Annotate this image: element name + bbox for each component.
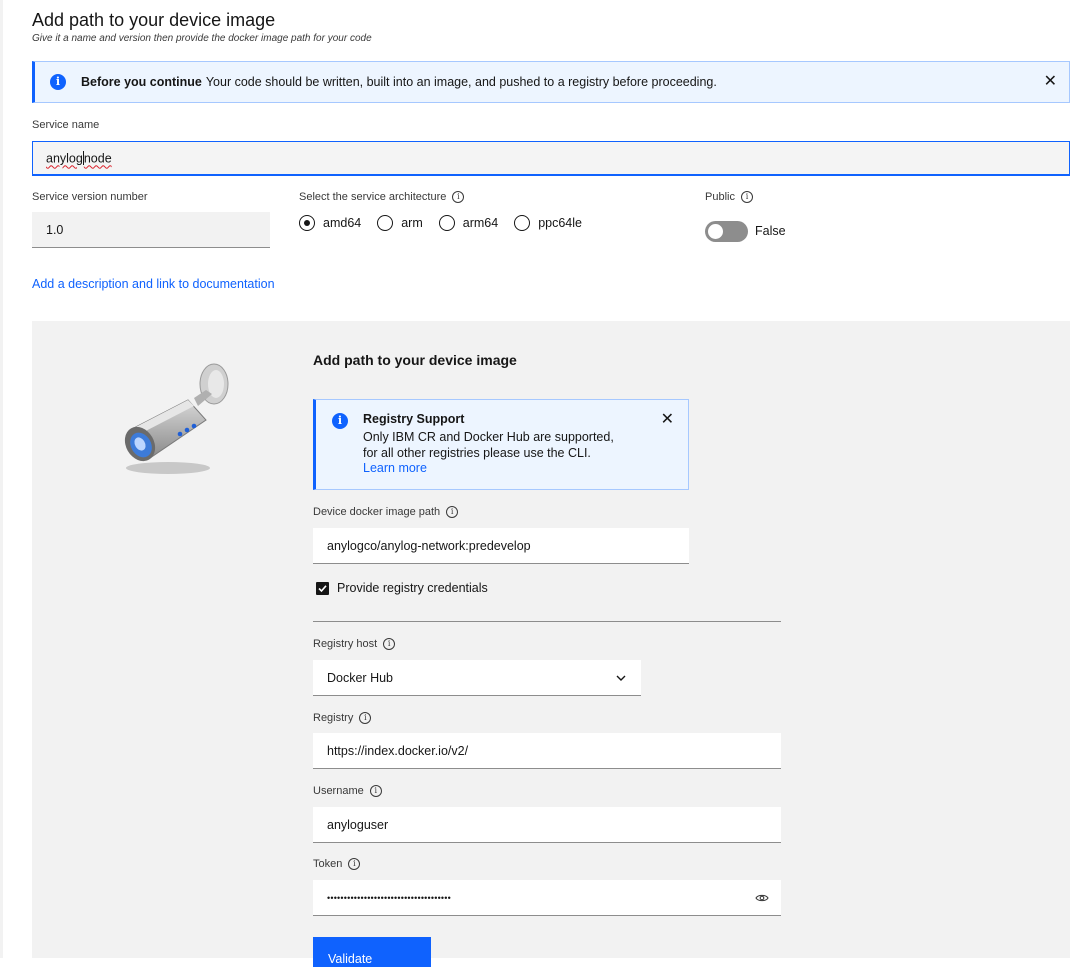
token-input[interactable]: ••••••••••••••••••••••••••••••••••••• xyxy=(313,880,781,916)
docker-path-input[interactable]: anylogco/anylog-network:predevelop xyxy=(313,528,689,564)
info-tooltip-icon[interactable]: i xyxy=(348,858,361,871)
username-label: Username i xyxy=(313,785,382,798)
info-tooltip-icon[interactable]: i xyxy=(369,785,382,798)
info-tooltip-icon[interactable]: i xyxy=(452,191,465,204)
eye-icon[interactable] xyxy=(755,892,769,904)
camera-illustration xyxy=(124,363,229,474)
notification-title: Before you continue xyxy=(81,75,202,89)
info-icon: i xyxy=(50,74,66,90)
notification-message: Before you continue Your code should be w… xyxy=(81,75,717,89)
radio-amd64[interactable]: amd64 xyxy=(299,215,361,231)
info-icon: i xyxy=(332,413,348,429)
registry-label: Registry i xyxy=(313,712,372,725)
radio-unchecked-icon xyxy=(438,215,455,231)
credentials-checkbox[interactable] xyxy=(316,582,329,595)
checkmark-icon xyxy=(318,585,327,593)
public-toggle-state: False xyxy=(755,224,786,238)
radio-unchecked-icon xyxy=(377,215,394,231)
architecture-label: Select the service architecture i xyxy=(299,191,465,204)
info-tooltip-icon[interactable]: i xyxy=(740,191,753,204)
credentials-checkbox-label: Provide registry credentials xyxy=(337,581,488,595)
registry-notice-line2: for all other registries please use the … xyxy=(363,446,591,460)
registry-host-label: Registry host i xyxy=(313,638,396,651)
registry-input[interactable]: https://index.docker.io/v2/ xyxy=(313,733,781,769)
docker-path-label: Device docker image path i xyxy=(313,506,459,519)
radio-arm64[interactable]: arm64 xyxy=(438,215,499,231)
toggle-knob xyxy=(708,224,723,239)
learn-more-link[interactable]: Learn more xyxy=(363,461,427,475)
page-subtitle: Give it a name and version then provide … xyxy=(32,33,372,44)
service-name-input[interactable]: anylognode xyxy=(32,141,1070,176)
description-link[interactable]: Add a description and link to documentat… xyxy=(32,277,275,291)
registry-notice-title: Registry Support xyxy=(363,412,465,426)
username-input[interactable]: anyloguser xyxy=(313,807,781,843)
validate-button[interactable]: Validate xyxy=(313,937,431,967)
radio-checked-icon xyxy=(299,215,315,231)
chevron-down-icon xyxy=(616,675,626,681)
registry-label-text: Registry xyxy=(313,712,354,724)
public-label: Public i xyxy=(705,191,753,204)
radio-label: ppc64le xyxy=(538,216,582,230)
token-label-text: Token xyxy=(313,858,343,870)
registry-notice-line1: Only IBM CR and Docker Hub are supported… xyxy=(363,430,614,444)
registry-host-value: Docker Hub xyxy=(327,671,393,685)
registry-notification: i Registry Support Only IBM CR and Docke… xyxy=(313,399,689,490)
registry-host-select[interactable]: Docker Hub xyxy=(313,660,641,696)
registry-notice-body: Only IBM CR and Docker Hub are supported… xyxy=(363,429,663,461)
notification-text: Your code should be written, built into … xyxy=(205,75,717,89)
architecture-radio-group: amd64 arm arm64 ppc64le xyxy=(299,213,598,233)
divider xyxy=(313,621,781,622)
service-version-input[interactable]: 1.0 xyxy=(32,212,270,248)
info-notification: i Before you continue Your code should be… xyxy=(32,61,1070,103)
radio-label: arm xyxy=(401,216,423,230)
close-icon[interactable]: ✕ xyxy=(1044,74,1057,90)
public-label-text: Public xyxy=(705,191,735,203)
service-name-value-part1: anylog xyxy=(46,151,83,166)
architecture-label-text: Select the service architecture xyxy=(299,191,447,203)
info-tooltip-icon[interactable]: i xyxy=(446,506,459,519)
public-toggle[interactable] xyxy=(705,221,748,242)
image-section-title: Add path to your device image xyxy=(313,352,517,368)
registry-host-label-text: Registry host xyxy=(313,638,378,650)
token-value: ••••••••••••••••••••••••••••••••••••• xyxy=(327,893,451,903)
info-tooltip-icon[interactable]: i xyxy=(359,712,372,725)
radio-arm[interactable]: arm xyxy=(377,215,423,231)
service-version-label: Service version number xyxy=(32,191,148,203)
username-label-text: Username xyxy=(313,785,364,797)
service-name-value-part2: node xyxy=(83,151,112,166)
docker-path-label-text: Device docker image path xyxy=(313,506,441,518)
radio-label: amd64 xyxy=(323,216,362,230)
token-label: Token i xyxy=(313,858,361,871)
close-icon[interactable]: ✕ xyxy=(661,412,674,428)
radio-label: arm64 xyxy=(462,216,499,230)
info-tooltip-icon[interactable]: i xyxy=(383,638,396,651)
left-edge xyxy=(0,0,3,958)
radio-ppc64le[interactable]: ppc64le xyxy=(514,215,582,231)
service-name-label: Service name xyxy=(32,119,100,131)
radio-unchecked-icon xyxy=(514,215,531,231)
page-title: Add path to your device image xyxy=(32,10,276,30)
